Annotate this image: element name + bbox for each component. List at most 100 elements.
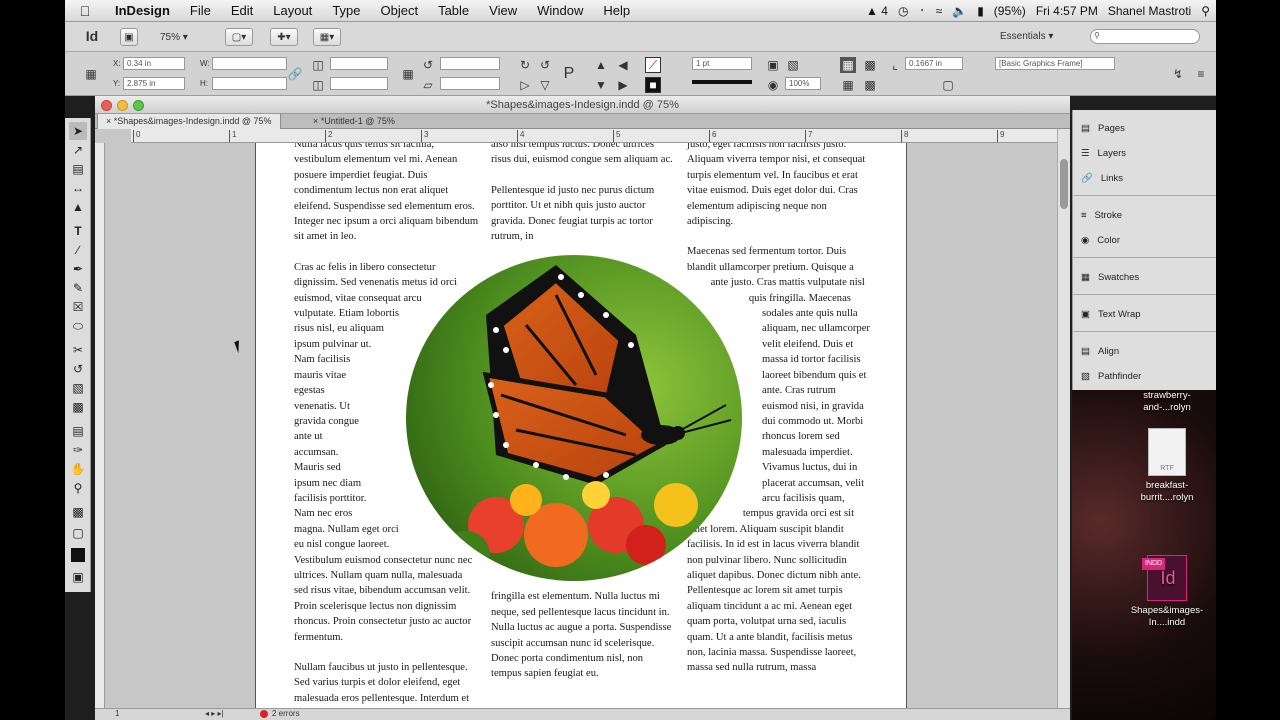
volume-icon[interactable]: 🔈 — [952, 4, 967, 18]
bridge-icon[interactable]: ▣ — [120, 28, 138, 46]
menu-table[interactable]: Table — [428, 3, 479, 18]
ellipse-tool-icon[interactable]: ⬭ — [69, 317, 87, 335]
screen-mode-icon[interactable]: ✚▾ — [270, 28, 298, 46]
vertical-scrollbar[interactable] — [1057, 129, 1070, 708]
select-next-icon[interactable]: ▶ — [615, 77, 631, 93]
panel-links[interactable]: 🔗 Links — [1081, 168, 1123, 188]
direct-selection-tool-icon[interactable]: ↗ — [69, 141, 87, 159]
opacity-icon[interactable]: ◉ — [765, 77, 781, 93]
page-number-field[interactable]: 1 — [115, 709, 119, 718]
effects-icon[interactable]: ▧ — [785, 57, 801, 73]
rectangle-frame-tool-icon[interactable]: ☒ — [69, 298, 87, 316]
desktop-file-shapes-indd[interactable]: INDD Id Shapes&images-In....indd — [1122, 555, 1212, 629]
rotation-field[interactable] — [440, 57, 500, 70]
panel-layers[interactable]: ☰ Layers — [1081, 143, 1126, 163]
menu-edit[interactable]: Edit — [221, 3, 263, 18]
menu-layout[interactable]: Layout — [263, 3, 322, 18]
app-menu[interactable]: InDesign — [105, 3, 180, 18]
fill-frame-icon[interactable]: ▩ — [862, 77, 878, 93]
constrain-scale-icon[interactable]: ▦ — [400, 66, 416, 82]
drop-shadow-icon[interactable]: ▣ — [765, 57, 781, 73]
shear-field[interactable] — [440, 77, 500, 90]
pencil-tool-icon[interactable]: ✎ — [69, 279, 87, 297]
help-search-input[interactable]: ⚲ — [1090, 29, 1200, 44]
constrain-proportions-icon[interactable]: 🔗 — [287, 66, 303, 82]
zoom-window-button[interactable] — [133, 100, 144, 111]
menu-help[interactable]: Help — [593, 3, 640, 18]
menu-window[interactable]: Window — [527, 3, 593, 18]
object-style-dropdown[interactable]: [Basic Graphics Frame] — [995, 57, 1115, 70]
menu-type[interactable]: Type — [322, 3, 370, 18]
time-machine-icon[interactable]: ◷ — [898, 4, 908, 18]
scale-x-icon[interactable]: ◫ — [310, 57, 326, 73]
butterfly-image-frame[interactable] — [406, 255, 742, 581]
scissors-tool-icon[interactable]: ✂ — [69, 341, 87, 359]
height-field[interactable] — [212, 77, 287, 90]
page-tool-icon[interactable]: ▤ — [69, 160, 87, 178]
shear-icon[interactable]: ▱ — [420, 77, 436, 93]
y-position-field[interactable]: 2.875 in — [123, 77, 185, 90]
content-collector-icon[interactable]: ▲ — [69, 198, 87, 216]
wifi-icon[interactable]: ≈ — [936, 4, 943, 18]
offset-field[interactable]: 0.1667 in — [905, 57, 963, 70]
gradient-swatch-tool-icon[interactable]: ▧ — [69, 379, 87, 397]
rotate-icon[interactable]: ↺ — [420, 57, 436, 73]
apply-color-icon[interactable] — [69, 546, 87, 564]
tab-untitled[interactable]: × *Untitled-1 @ 75% — [305, 114, 403, 129]
panel-pages[interactable]: ▤ Pages — [1081, 118, 1125, 138]
hand-tool-icon[interactable]: ✋ — [69, 460, 87, 478]
selection-tool-icon[interactable]: ➤ — [69, 122, 87, 140]
fit-frame-icon[interactable]: ▩ — [862, 57, 878, 73]
select-content-icon[interactable]: ▼ — [593, 77, 609, 93]
panel-pathfinder[interactable]: ▧ Pathfinder — [1081, 366, 1141, 386]
panel-swatches[interactable]: ▦ Swatches — [1081, 267, 1139, 287]
view-options-icon[interactable]: ▢▾ — [225, 28, 253, 46]
panel-text-wrap[interactable]: ▣ Text Wrap — [1081, 304, 1141, 324]
reference-point-icon[interactable]: ▦ — [83, 66, 99, 82]
fit-content-icon[interactable]: ▦ — [840, 57, 856, 73]
document-page[interactable]: Nulla lacus quis tellus sit lacinia, ves… — [256, 143, 906, 708]
gap-tool-icon[interactable]: ↔ — [69, 179, 87, 197]
menu-view[interactable]: View — [479, 3, 527, 18]
panel-menu-icon[interactable]: ≡ — [1193, 66, 1209, 82]
desktop-file-strawberry[interactable]: strawberry-and-...rolyn — [1122, 390, 1212, 414]
panel-align[interactable]: ▤ Align — [1081, 341, 1119, 361]
line-tool-icon[interactable]: ∕ — [69, 241, 87, 259]
free-transform-tool-icon[interactable]: ↺ — [69, 360, 87, 378]
x-position-field[interactable]: 0.34 in — [123, 57, 185, 70]
corner-options-icon[interactable]: ⌞ — [887, 57, 903, 73]
desktop-file-breakfast[interactable]: RTF breakfast-burrit....rolyn — [1122, 428, 1212, 504]
pasteboard[interactable]: Nulla lacus quis tellus sit lacinia, ves… — [105, 143, 1057, 708]
fill-swatch-icon[interactable]: ⟋ — [645, 57, 661, 73]
adobe-menu-icon[interactable]: ▲ 4 — [866, 4, 888, 18]
close-window-button[interactable] — [101, 100, 112, 111]
corner-shape-icon[interactable]: ▢ — [940, 77, 956, 93]
zoom-tool-icon[interactable]: ⚲ — [69, 479, 87, 497]
minimize-window-button[interactable] — [117, 100, 128, 111]
page-nav-icon[interactable]: ◂ ▸ ▸| — [205, 709, 224, 718]
rotate-cw-icon[interactable]: ↻ — [517, 57, 533, 73]
fill-stroke-swap-icon[interactable]: ▩ — [69, 503, 87, 521]
panel-color[interactable]: ◉ Color — [1081, 230, 1120, 250]
flip-horizontal-icon[interactable]: ▷ — [517, 77, 533, 93]
scale-y-icon[interactable]: ◫ — [310, 77, 326, 93]
note-tool-icon[interactable]: ▤ — [69, 422, 87, 440]
formatting-affects-container-icon[interactable]: ▢ — [69, 524, 87, 542]
gradient-feather-tool-icon[interactable]: ▩ — [69, 398, 87, 416]
preflight-error-icon[interactable] — [260, 710, 268, 718]
apple-menu-icon[interactable]:  — [65, 3, 105, 19]
width-field[interactable] — [212, 57, 287, 70]
opacity-field[interactable]: 100% — [785, 77, 821, 90]
stroke-type-preview[interactable] — [692, 80, 752, 84]
panel-stroke[interactable]: ≡ Stroke — [1081, 205, 1122, 225]
center-content-icon[interactable]: ▦ — [840, 77, 856, 93]
scrollbar-thumb[interactable] — [1060, 159, 1068, 209]
user-name[interactable]: Shanel Mastroti — [1108, 4, 1191, 18]
lightning-icon[interactable]: ↯ — [1170, 66, 1186, 82]
preflight-errors[interactable]: 2 errors — [272, 709, 300, 718]
menu-object[interactable]: Object — [371, 3, 429, 18]
select-previous-icon[interactable]: ◀ — [615, 57, 631, 73]
rotate-ccw-icon[interactable]: ↺ — [537, 57, 553, 73]
screen-mode-tool-icon[interactable]: ▣ — [69, 568, 87, 586]
spotlight-icon[interactable]: ⚲ — [1201, 4, 1210, 18]
